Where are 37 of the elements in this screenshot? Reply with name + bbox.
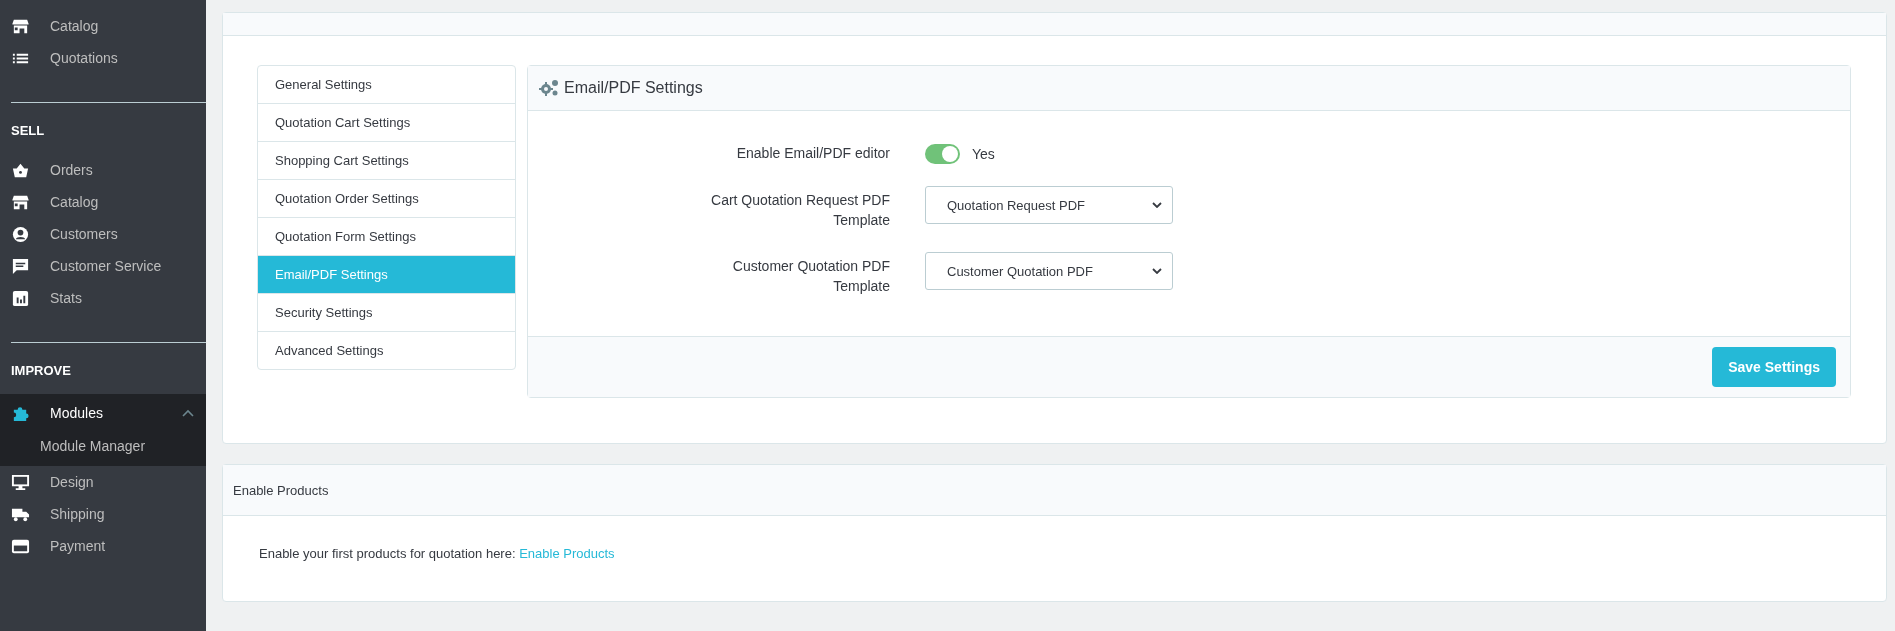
sidebar-item[interactable]: Quotations xyxy=(0,42,206,74)
card-title: Enable Products xyxy=(233,482,329,498)
caret-icon xyxy=(1152,268,1162,274)
sidebar-item[interactable]: Catalog xyxy=(0,186,206,218)
sidebar-item[interactable]: Stats xyxy=(0,282,206,314)
sidebar-item[interactable]: Customer Service xyxy=(0,250,206,282)
template-select[interactable]: Quotation Request PDF xyxy=(925,186,1173,224)
monitor-icon xyxy=(11,472,30,492)
toggle-switch[interactable] xyxy=(925,144,960,164)
gears-icon xyxy=(538,78,560,98)
field-label: Cart Quotation Request PDF Template xyxy=(710,191,890,230)
panel-title: Email/PDF Settings xyxy=(564,79,703,97)
section-heading: IMPROVE xyxy=(10,362,72,380)
chevron-icon xyxy=(182,409,194,417)
sidebar-item[interactable]: Customers xyxy=(0,218,206,250)
user-icon xyxy=(11,224,30,244)
field-label: Enable Email/PDF editor xyxy=(735,144,890,163)
sidebar-item[interactable]: Payment xyxy=(0,530,206,562)
settings-menu-item[interactable]: Quotation Cart Settings xyxy=(258,103,515,141)
chart-icon xyxy=(11,288,30,308)
chat-icon xyxy=(11,256,30,276)
settings-menu-item[interactable]: Shopping Cart Settings xyxy=(258,141,515,179)
sidebar-item[interactable]: Orders xyxy=(0,154,206,186)
caret-icon xyxy=(1152,202,1162,208)
settings-menu-item[interactable]: Advanced Settings xyxy=(258,331,515,369)
template-select[interactable]: Customer Quotation PDF xyxy=(925,252,1173,290)
section-heading: SELL xyxy=(10,122,46,140)
sidebar-item[interactable]: Design xyxy=(0,466,206,498)
field-label: Customer Quotation PDF Template xyxy=(731,257,890,296)
settings-menu-item[interactable]: General Settings xyxy=(258,66,515,103)
sidebar-item[interactable]: Catalog xyxy=(0,10,206,42)
sidebar-item[interactable]: Shipping xyxy=(0,498,206,530)
toggle-label: Yes xyxy=(972,146,995,162)
settings-menu-item[interactable]: Quotation Order Settings xyxy=(258,179,515,217)
enable-products-text: Enable your first products for quotation here: Enable Products xyxy=(259,546,615,561)
submenu-item[interactable]: Module Manager xyxy=(0,432,206,460)
settings-menu-item[interactable]: Security Settings xyxy=(258,293,515,331)
